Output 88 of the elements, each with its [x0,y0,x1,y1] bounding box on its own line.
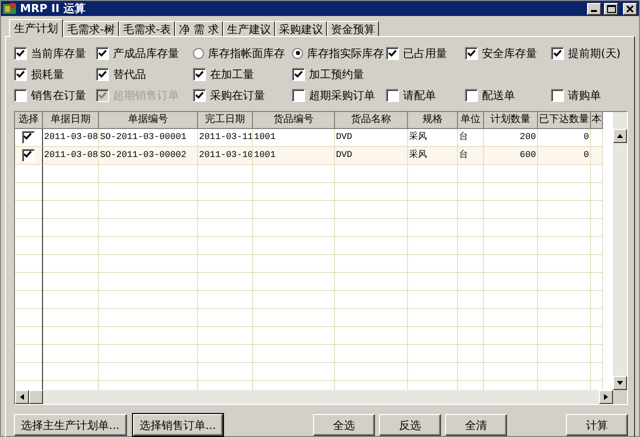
scroll-left-button[interactable] [15,390,29,404]
column-header[interactable]: 计划数量 [484,112,538,129]
table-cell: DVD [335,147,408,165]
column-header[interactable]: 规格 [408,112,458,129]
tab[interactable]: 生产计划 [9,19,63,37]
arrow-right-icon [602,393,610,401]
checkbox[interactable] [465,88,478,102]
tab[interactable]: 采购建议 [274,21,327,36]
checkbox[interactable] [551,88,564,102]
minimize-icon [591,10,597,12]
checkbox[interactable] [14,68,27,80]
option-label: 已占用量 [403,46,447,60]
option-label: 配送单 [482,88,515,102]
option-label: 产成品库存量 [113,46,179,60]
table-cell: 2011-03-10 [198,147,253,165]
tab[interactable]: 毛需求-树 [63,21,119,36]
arrow-left-icon [18,393,26,401]
option-label: 损耗量 [31,66,64,82]
tab[interactable]: 生产建议 [222,21,275,36]
checkbox[interactable] [193,68,206,80]
checkbox[interactable] [14,46,27,60]
checkbox[interactable] [292,68,305,80]
option-label: 库存指实际库存 [307,46,384,60]
option-label: 请购单 [568,88,601,102]
checkbox[interactable] [14,88,27,102]
column-header[interactable]: 已下达数量 [538,112,591,129]
table-cell: 0 [538,147,591,165]
table-cell: 台 [458,147,484,165]
option-label: 库存指帐面库存 [208,46,285,60]
checkbox[interactable] [96,68,109,80]
tab[interactable]: 净 需 求 [174,21,223,36]
checkbox[interactable] [386,46,399,60]
column-header[interactable]: 单位 [458,112,484,129]
scroll-right-button[interactable] [599,390,613,404]
action-button[interactable]: 反选 [379,414,441,436]
table-cell: SO-2011-03-00002 [99,147,198,165]
column-header[interactable]: 本 [591,112,603,129]
maximize-button[interactable] [604,2,618,14]
checkbox[interactable] [193,88,206,102]
column-header[interactable]: 选择 [15,112,43,129]
option-label: 替代品 [113,66,146,82]
scrollbar-corner [613,390,627,404]
tab[interactable]: 资金预算 [326,21,379,36]
radio-button[interactable] [193,48,204,58]
empty-cell [591,147,603,165]
action-button[interactable]: 选择主生产计划单... [14,414,126,436]
table-cell: 1001 [253,147,335,165]
checkbox[interactable] [386,88,399,102]
scroll-up-button[interactable] [613,129,627,143]
scroll-thumb[interactable] [29,390,43,404]
checkbox[interactable] [22,149,35,162]
scroll-down-button[interactable] [613,376,627,390]
action-button[interactable]: 全清 [445,414,507,436]
option-label: 采购在订量 [210,88,265,102]
column-header[interactable]: 货品编号 [253,112,335,129]
option-label: 提前期(天) [568,46,621,60]
column-header[interactable]: 完工日期 [198,112,253,129]
minimize-button[interactable] [587,2,601,14]
column-header[interactable]: 单据日期 [43,112,99,129]
radio-button[interactable] [292,48,303,58]
maximize-icon [606,4,616,12]
action-button[interactable]: 选择销售订单... [132,414,223,436]
tab[interactable]: 毛需求-表 [118,21,175,36]
option-label: 当前库存量 [31,46,86,60]
option-label: 请配单 [403,88,436,102]
close-icon [626,4,634,12]
option-label: 加工预约量 [309,66,364,82]
table-cell: 600 [484,147,538,165]
option-label: 安全库存量 [482,46,537,60]
table-cell: 2011-03-08 [43,147,99,165]
arrow-up-icon [616,132,624,140]
window-title: MRP II 运算 [20,1,86,16]
checkbox[interactable] [292,88,305,102]
option-label: 在加工量 [210,66,254,82]
checkbox[interactable] [465,46,478,60]
column-header[interactable]: 单据编号 [99,112,198,129]
app-icon [3,2,17,15]
table-cell: 采风 [408,147,458,165]
action-button[interactable]: 计算 [566,414,628,436]
arrow-down-icon [616,379,624,387]
option-label: 销售在订量 [31,88,86,102]
column-header[interactable]: 货品名称 [335,112,408,129]
checkbox[interactable] [96,46,109,60]
close-button[interactable] [623,2,637,14]
option-label: 超期采购订单 [309,88,375,102]
action-button[interactable]: 全选 [313,414,375,436]
checkbox[interactable] [551,46,564,60]
checkbox[interactable] [22,131,35,144]
